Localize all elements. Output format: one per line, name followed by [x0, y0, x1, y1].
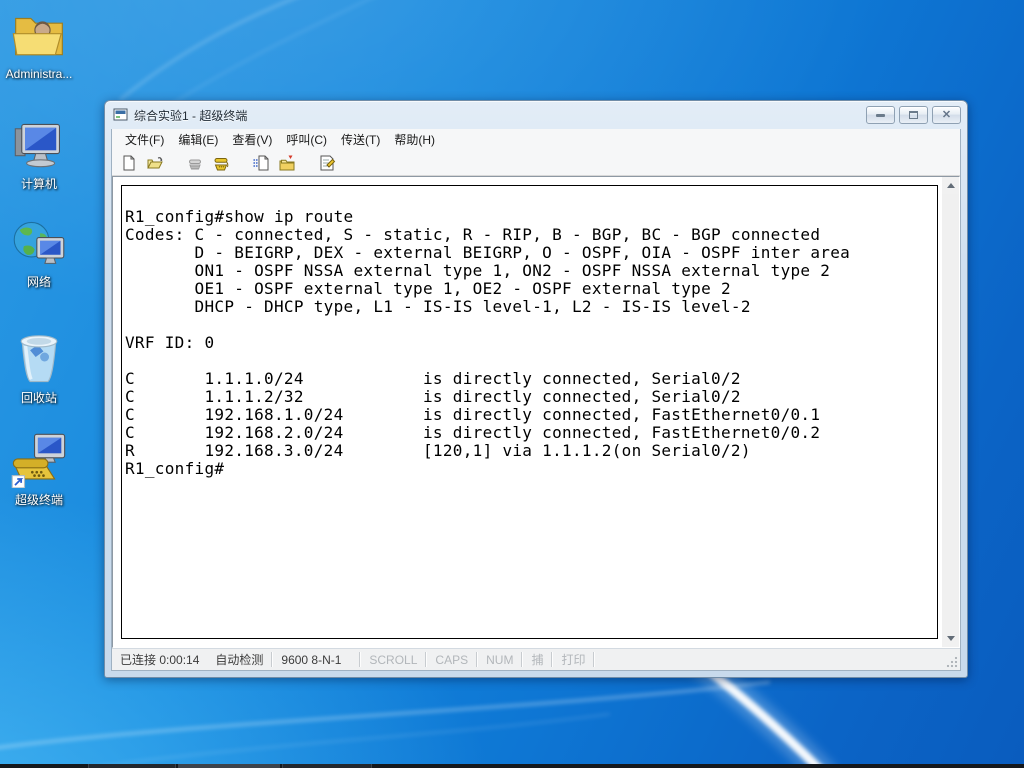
- resize-grip[interactable]: [946, 656, 958, 668]
- scroll-up-icon: [946, 183, 955, 188]
- administrator-folder-icon: [12, 17, 63, 56]
- terminal-client-area: R1_config#show ip route Codes: C - conne…: [112, 176, 960, 648]
- terminal-screen[interactable]: R1_config#show ip route Codes: C - conne…: [121, 185, 938, 639]
- scroll-down-icon: [946, 636, 955, 641]
- close-icon: ✕: [941, 108, 952, 121]
- vertical-scrollbar[interactable]: [942, 177, 959, 647]
- menu-bar: 文件(F) 编辑(E) 查看(V) 呼叫(C) 传送(T) 帮助(H): [112, 129, 960, 150]
- window-body: 文件(F) 编辑(E) 查看(V) 呼叫(C) 传送(T) 帮助(H) R1_c…: [111, 129, 961, 671]
- hyperterminal-window-icon: [113, 108, 128, 121]
- new-icon[interactable]: [118, 153, 140, 173]
- computer-icon: [14, 123, 60, 168]
- desktop-icon-label: 计算机: [20, 177, 57, 191]
- menu-help[interactable]: 帮助(H): [387, 129, 442, 150]
- status-panel-1: 自动检测: [215, 653, 264, 667]
- menu-file[interactable]: 文件(F): [118, 129, 171, 150]
- menu-call[interactable]: 呼叫(C): [279, 129, 334, 150]
- maximize-button[interactable]: [899, 106, 928, 124]
- menu-edit[interactable]: 编辑(E): [171, 129, 225, 150]
- network-icon: [13, 221, 65, 264]
- scroll-up-button[interactable]: [942, 177, 959, 194]
- desktop-icon-label: 回收站: [20, 391, 57, 405]
- desktop-icon-recycle-bin[interactable]: 回收站: [0, 328, 78, 407]
- minimize-button[interactable]: [866, 106, 895, 124]
- desktop-icon-network[interactable]: 网络: [0, 218, 78, 291]
- call-icon[interactable]: [210, 153, 232, 173]
- menu-transfer[interactable]: 传送(T): [334, 129, 387, 150]
- title-bar[interactable]: 综合实验1 - 超级终端 ✕: [111, 101, 961, 129]
- terminal-text: R1_config#show ip route Codes: C - conne…: [125, 207, 851, 478]
- minimize-icon: [876, 113, 885, 117]
- desktop-icon-hyperterminal[interactable]: 超级终端: [0, 432, 78, 509]
- close-button[interactable]: ✕: [932, 106, 961, 124]
- window-title: 综合实验1 - 超级终端: [134, 108, 248, 123]
- status-panel-5: NUM: [486, 652, 514, 667]
- desktop-icon-label: 网络: [26, 275, 51, 289]
- status-bar: 已连接 0:00:14 自动检测 9600 8-N-1 SCROLL CAPS …: [112, 648, 960, 670]
- hyperterminal-icon: [11, 433, 66, 488]
- desktop-icon-label: 超级终端: [14, 493, 63, 507]
- recycle-bin-icon: [20, 335, 58, 383]
- status-panel-6: 捕: [531, 653, 544, 667]
- maximize-icon: [909, 111, 918, 119]
- toolbar: [112, 150, 960, 176]
- hyperterminal-window: 综合实验1 - 超级终端 ✕ 文件(F) 编辑(E) 查看(V) 呼叫(C) 传…: [104, 100, 968, 678]
- desktop-icon-computer[interactable]: 计算机: [0, 120, 78, 193]
- call-disabled-icon: [184, 153, 206, 173]
- scroll-down-button[interactable]: [942, 630, 959, 647]
- status-panel-2: 9600 8-N-1: [281, 652, 342, 667]
- send-icon[interactable]: [250, 153, 272, 173]
- status-panel-3: SCROLL: [369, 652, 418, 667]
- properties-icon[interactable]: [316, 153, 338, 173]
- menu-view[interactable]: 查看(V): [225, 129, 279, 150]
- open-icon[interactable]: [144, 153, 166, 173]
- status-panel-0: 已连接 0:00:14: [120, 653, 200, 667]
- taskbar-edge[interactable]: [0, 764, 1024, 768]
- desktop-icon-administrator[interactable]: Administra...: [0, 8, 78, 83]
- desktop-icon-label: Administra...: [5, 67, 73, 81]
- desktop: Administra... 计算机 网络 回收站 超级终端 综合实验1 - 超级…: [0, 0, 1024, 768]
- receive-icon[interactable]: [276, 153, 298, 173]
- status-panel-7: 打印: [561, 653, 586, 667]
- status-panel-4: CAPS: [435, 652, 469, 667]
